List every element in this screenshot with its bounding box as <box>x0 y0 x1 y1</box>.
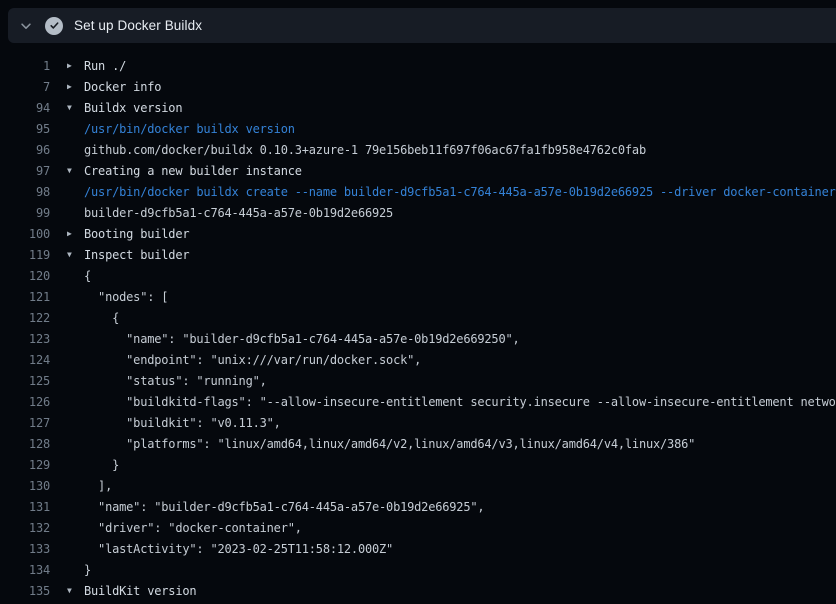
log-group-header: 135 ▼ BuildKit version <box>0 580 836 601</box>
log-text: "driver": "docker-container", <box>84 521 302 535</box>
line-number[interactable]: 126 <box>0 395 50 409</box>
log-text[interactable]: Creating a new builder instance <box>84 164 302 178</box>
line-number[interactable]: 119 <box>0 248 50 262</box>
log-text: /usr/bin/docker buildx create --name bui… <box>84 185 836 199</box>
triangle-right-icon[interactable]: ▶ <box>67 55 80 76</box>
line-number[interactable]: 99 <box>0 206 50 220</box>
log-group-header: 94 ▼ Buildx version <box>0 97 836 118</box>
log-text: "buildkitd-flags": "--allow-insecure-ent… <box>84 395 836 409</box>
log-area: 1 ▶ Run ./ 7 ▶ Docker info 94 ▼ Buildx v… <box>0 43 836 604</box>
log-text[interactable]: Run ./ <box>84 59 126 73</box>
log-text: { <box>84 269 91 283</box>
log-line: 122 { <box>0 307 836 328</box>
log-text: ], <box>84 479 112 493</box>
triangle-right-icon[interactable]: ▶ <box>67 76 80 97</box>
line-number[interactable]: 97 <box>0 164 50 178</box>
log-text: "name": "builder-d9cfb5a1-c764-445a-a57e… <box>84 500 484 514</box>
log-text: "buildkit": "v0.11.3", <box>84 416 281 430</box>
line-number[interactable]: 96 <box>0 143 50 157</box>
check-circle-icon <box>45 17 63 35</box>
log-text: "name": "builder-d9cfb5a1-c764-445a-a57e… <box>84 332 520 346</box>
log-text[interactable]: BuildKit version <box>84 584 196 598</box>
line-number[interactable]: 98 <box>0 185 50 199</box>
line-number[interactable]: 125 <box>0 374 50 388</box>
line-number[interactable]: 120 <box>0 269 50 283</box>
triangle-down-icon[interactable]: ▼ <box>67 160 80 181</box>
triangle-right-icon[interactable]: ▶ <box>67 223 80 244</box>
log-text: "platforms": "linux/amd64,linux/amd64/v2… <box>84 437 695 451</box>
log-group-header: 100 ▶ Booting builder <box>0 223 836 244</box>
triangle-down-icon[interactable]: ▼ <box>67 244 80 265</box>
log-line: 121 "nodes": [ <box>0 286 836 307</box>
log-group-header: 97 ▼ Creating a new builder instance <box>0 160 836 181</box>
line-number[interactable]: 121 <box>0 290 50 304</box>
log-text[interactable]: Buildx version <box>84 101 182 115</box>
log-line: 129 } <box>0 454 836 475</box>
log-line: 131 "name": "builder-d9cfb5a1-c764-445a-… <box>0 496 836 517</box>
log-group-header: 7 ▶ Docker info <box>0 76 836 97</box>
log-line: 120 { <box>0 265 836 286</box>
line-number[interactable]: 128 <box>0 437 50 451</box>
log-text: "nodes": [ <box>84 290 168 304</box>
log-line: 99 builder-d9cfb5a1-c764-445a-a57e-0b19d… <box>0 202 836 223</box>
log-text: "status": "running", <box>84 374 267 388</box>
log-line: 126 "buildkitd-flags": "--allow-insecure… <box>0 391 836 412</box>
log-group-header: 1 ▶ Run ./ <box>0 55 836 76</box>
log-text: github.com/docker/buildx 0.10.3+azure-1 … <box>84 143 646 157</box>
log-line: 98 /usr/bin/docker buildx create --name … <box>0 181 836 202</box>
log-line: 123 "name": "builder-d9cfb5a1-c764-445a-… <box>0 328 836 349</box>
line-number[interactable]: 94 <box>0 101 50 115</box>
log-text[interactable]: Booting builder <box>84 227 189 241</box>
line-number[interactable]: 134 <box>0 563 50 577</box>
log-text: /usr/bin/docker buildx version <box>84 122 295 136</box>
step-title: Set up Docker Buildx <box>74 18 202 33</box>
log-line: 130 ], <box>0 475 836 496</box>
line-number[interactable]: 95 <box>0 122 50 136</box>
log-text: } <box>84 563 91 577</box>
log-text: builder-d9cfb5a1-c764-445a-a57e-0b19d2e6… <box>84 206 393 220</box>
chevron-down-icon[interactable] <box>18 18 34 34</box>
line-number[interactable]: 135 <box>0 584 50 598</box>
log-group-header: 119 ▼ Inspect builder <box>0 244 836 265</box>
step-header[interactable]: Set up Docker Buildx <box>8 8 836 43</box>
line-number[interactable]: 122 <box>0 311 50 325</box>
line-number[interactable]: 131 <box>0 500 50 514</box>
line-number[interactable]: 132 <box>0 521 50 535</box>
log-line: 125 "status": "running", <box>0 370 836 391</box>
line-number[interactable]: 7 <box>0 80 50 94</box>
line-number[interactable]: 133 <box>0 542 50 556</box>
log-text: { <box>84 311 119 325</box>
line-number[interactable]: 129 <box>0 458 50 472</box>
log-text: "endpoint": "unix:///var/run/docker.sock… <box>84 353 421 367</box>
log-line: 128 "platforms": "linux/amd64,linux/amd6… <box>0 433 836 454</box>
line-number[interactable]: 123 <box>0 332 50 346</box>
line-number[interactable]: 100 <box>0 227 50 241</box>
triangle-down-icon[interactable]: ▼ <box>67 97 80 118</box>
log-text[interactable]: Docker info <box>84 80 161 94</box>
log-line: 133 "lastActivity": "2023-02-25T11:58:12… <box>0 538 836 559</box>
log-text[interactable]: Inspect builder <box>84 248 189 262</box>
line-number[interactable]: 124 <box>0 353 50 367</box>
log-line: 124 "endpoint": "unix:///var/run/docker.… <box>0 349 836 370</box>
log-line: 134 } <box>0 559 836 580</box>
log-text: } <box>84 458 119 472</box>
triangle-down-icon[interactable]: ▼ <box>67 580 80 601</box>
log-line: 95 /usr/bin/docker buildx version <box>0 118 836 139</box>
log-text: "lastActivity": "2023-02-25T11:58:12.000… <box>84 542 393 556</box>
line-number[interactable]: 130 <box>0 479 50 493</box>
log-line: 96 github.com/docker/buildx 0.10.3+azure… <box>0 139 836 160</box>
log-line: 132 "driver": "docker-container", <box>0 517 836 538</box>
log-line: 127 "buildkit": "v0.11.3", <box>0 412 836 433</box>
line-number[interactable]: 1 <box>0 59 50 73</box>
line-number[interactable]: 127 <box>0 416 50 430</box>
